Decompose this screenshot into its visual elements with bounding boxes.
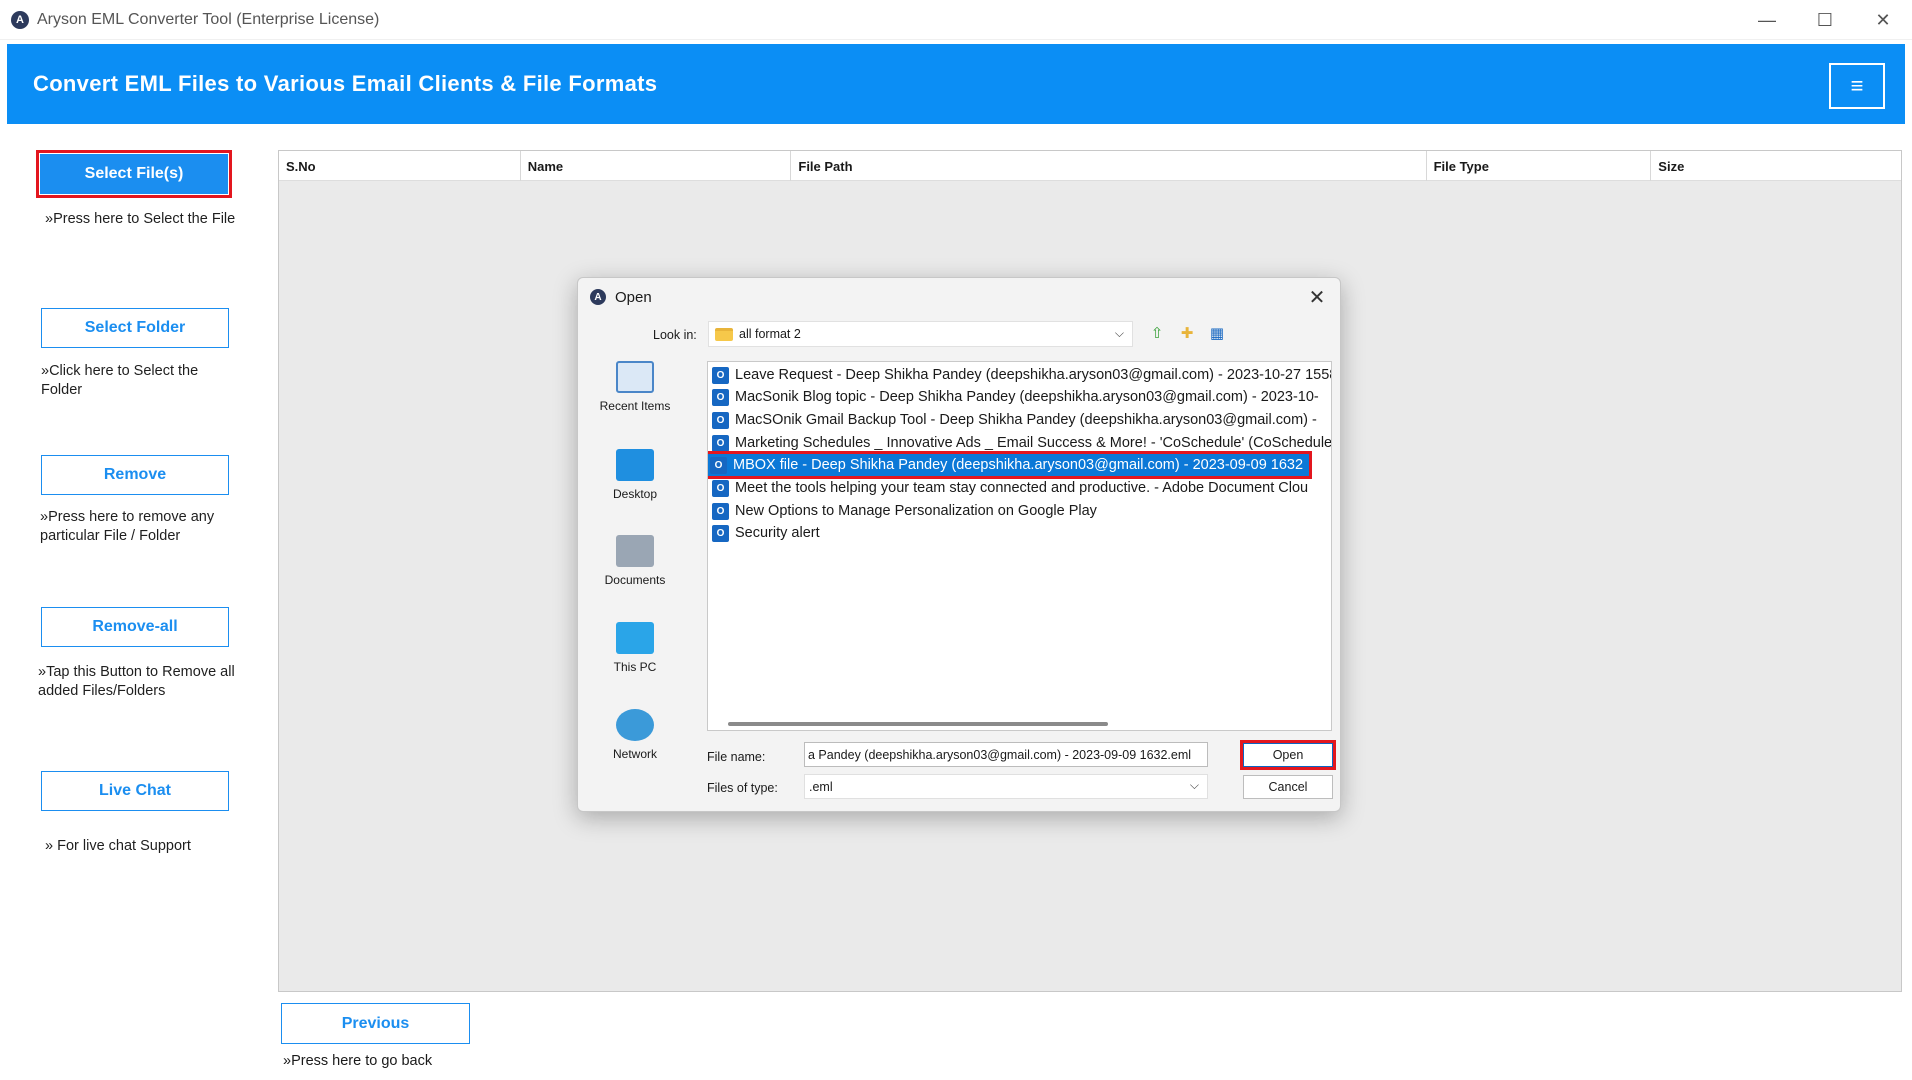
live-chat-button[interactable]: Live Chat (41, 771, 229, 811)
horizontal-scrollbar[interactable] (728, 722, 1108, 726)
look-in-value: all format 2 (739, 327, 801, 341)
window-title: Aryson EML Converter Tool (Enterprise Li… (37, 10, 380, 28)
eml-file-icon: O (710, 456, 727, 474)
this-pc-icon (616, 622, 654, 654)
new-folder-icon: ✚ (1180, 325, 1194, 342)
eml-file-icon: O (712, 411, 729, 429)
file-name-input[interactable]: a Pandey (deepshikha.aryson03@gmail.com)… (804, 742, 1208, 767)
place-this-pc[interactable]: This PC (590, 622, 680, 674)
place-label: Network (612, 747, 657, 761)
header-title: Convert EML Files to Various Email Clien… (33, 71, 658, 96)
dialog-title: Open (615, 288, 652, 306)
file-name: Marketing Schedules _ Innovative Ads _ E… (735, 435, 1332, 451)
window-controls: — ☐ ✕ (1738, 0, 1912, 40)
select-files-button[interactable]: Select File(s) (36, 150, 232, 198)
eml-file-icon: O (712, 366, 729, 384)
live-chat-help: » For live chat Support (45, 838, 191, 854)
places-bar: Recent Items Desktop Documents This PC N… (590, 361, 680, 761)
menu-icon: ≡ (1850, 73, 1864, 98)
folder-icon (715, 327, 733, 341)
place-label: This PC (613, 660, 657, 674)
eml-file-icon: O (712, 434, 729, 452)
file-name-label: File name: (707, 750, 766, 764)
look-in-label: Look in: (653, 328, 697, 342)
chevron-down-icon: ⌵ (1114, 326, 1124, 340)
select-files-help: »Press here to Select the File (45, 211, 236, 227)
open-button[interactable]: Open (1240, 740, 1336, 770)
dialog-titlebar: A Open ✕ (578, 278, 1340, 316)
table-header: S.No Name File Path File Type Size (279, 151, 1901, 181)
maximize-button[interactable]: ☐ (1796, 0, 1854, 40)
file-list-item-selected[interactable]: O MBOX file - Deep Shikha Pandey (deepsh… (708, 451, 1313, 479)
close-icon: ✕ (1308, 286, 1326, 309)
previous-help: »Press here to go back (283, 1053, 433, 1069)
select-folder-help: »Click here to Select the Folder (41, 363, 199, 398)
view-list-icon: ▦ (1209, 325, 1225, 342)
chevron-down-icon: ⌵ (1189, 778, 1199, 792)
eml-file-icon: O (712, 524, 729, 542)
file-list-item[interactable]: O MacSOnik Gmail Backup Tool - Deep Shik… (708, 409, 1317, 431)
remove-all-button[interactable]: Remove-all (41, 607, 229, 647)
file-list-item[interactable]: O New Options to Manage Personalization … (708, 500, 1097, 522)
dialog-toolbar: ⇧ ✚ ▦ (1146, 322, 1228, 344)
column-header-size[interactable]: Size (1651, 151, 1901, 181)
file-list-item[interactable]: O MacSonik Blog topic - Deep Shikha Pand… (708, 386, 1319, 408)
minimize-button[interactable]: — (1738, 0, 1796, 40)
hamburger-menu-button[interactable]: ≡ (1829, 63, 1885, 109)
file-name: New Options to Manage Personalization on… (735, 503, 1097, 519)
place-label: Documents (604, 573, 666, 587)
eml-file-icon: O (712, 479, 729, 497)
aryson-logo-icon: A (590, 289, 606, 305)
column-header-file-path[interactable]: File Path (791, 151, 1427, 181)
eml-file-icon: O (712, 502, 729, 520)
place-network[interactable]: Network (590, 709, 680, 761)
column-header-name[interactable]: Name (521, 151, 792, 181)
open-file-dialog: A Open ✕ Look in: all format 2 ⌵ ⇧ ✚ ▦ R… (577, 277, 1341, 812)
file-list[interactable]: O Leave Request - Deep Shikha Pandey (de… (707, 361, 1332, 731)
eml-file-icon: O (712, 388, 729, 406)
remove-all-help: »Tap this Button to Remove all added Fil… (38, 664, 235, 699)
recent-items-icon (616, 361, 654, 393)
place-desktop[interactable]: Desktop (590, 449, 680, 501)
up-folder-icon: ⇧ (1150, 325, 1164, 342)
column-header-file-type[interactable]: File Type (1427, 151, 1652, 181)
aryson-logo-icon: A (11, 10, 29, 29)
file-name: Security alert (735, 525, 820, 541)
file-list-item[interactable]: O Leave Request - Deep Shikha Pandey (de… (708, 364, 1332, 386)
up-folder-button[interactable]: ⇧ (1146, 322, 1168, 344)
file-name: Meet the tools helping your team stay co… (735, 480, 1309, 496)
cancel-button[interactable]: Cancel (1243, 775, 1333, 799)
select-folder-button[interactable]: Select Folder (41, 308, 229, 348)
dialog-close-button[interactable]: ✕ (1304, 284, 1330, 310)
place-documents[interactable]: Documents (590, 535, 680, 587)
files-of-type-value: .eml (809, 779, 833, 794)
files-of-type-dropdown[interactable]: .eml ⌵ (804, 774, 1208, 799)
documents-icon (616, 535, 654, 567)
place-label: Desktop (612, 487, 658, 501)
remove-button[interactable]: Remove (41, 455, 229, 495)
app-header: Convert EML Files to Various Email Clien… (7, 44, 1905, 124)
file-list-item[interactable]: O Meet the tools helping your team stay … (708, 477, 1308, 499)
view-menu-button[interactable]: ▦ (1206, 322, 1228, 344)
column-header-sno[interactable]: S.No (279, 151, 521, 181)
remove-help: »Press here to remove any particular Fil… (40, 509, 215, 544)
new-folder-button[interactable]: ✚ (1176, 322, 1198, 344)
file-name: MBOX file - Deep Shikha Pandey (deepshik… (733, 457, 1304, 473)
previous-button[interactable]: Previous (281, 1003, 470, 1044)
look-in-dropdown[interactable]: all format 2 ⌵ (708, 321, 1133, 347)
place-label: Recent Items (599, 399, 671, 413)
file-list-item[interactable]: O Security alert (708, 522, 820, 544)
desktop-icon (616, 449, 654, 481)
window-titlebar: A Aryson EML Converter Tool (Enterprise … (0, 0, 1912, 40)
file-name: MacSOnik Gmail Backup Tool - Deep Shikha… (735, 412, 1317, 428)
files-of-type-label: Files of type: (707, 781, 778, 795)
network-icon (616, 709, 654, 741)
place-recent-items[interactable]: Recent Items (590, 361, 680, 413)
file-list-item[interactable]: O Marketing Schedules _ Innovative Ads _… (708, 432, 1332, 454)
file-name: MacSonik Blog topic - Deep Shikha Pandey… (735, 389, 1319, 405)
file-name: Leave Request - Deep Shikha Pandey (deep… (735, 367, 1332, 383)
close-button[interactable]: ✕ (1854, 0, 1912, 40)
